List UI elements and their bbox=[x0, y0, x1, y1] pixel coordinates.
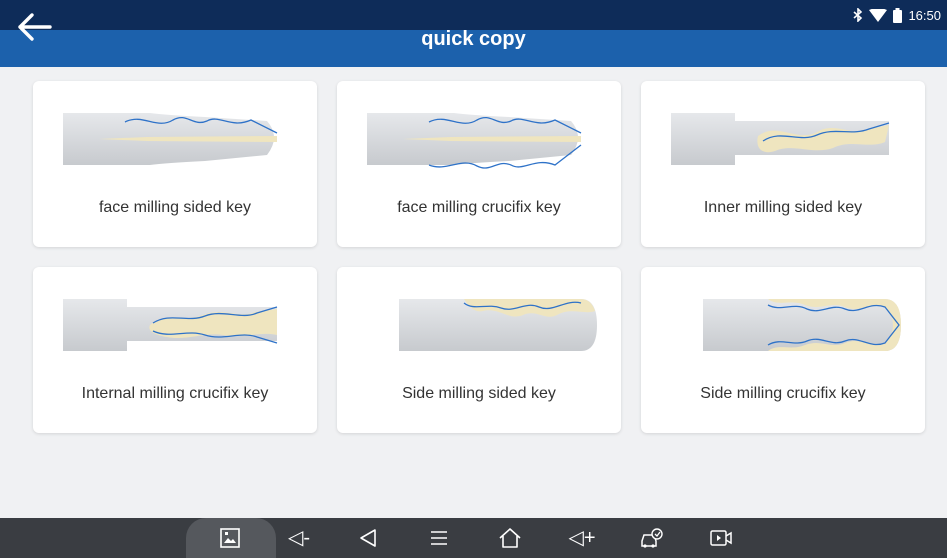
card-side-milling-crucifix-key[interactable]: Side milling crucifix key bbox=[641, 267, 925, 433]
screenshot-icon bbox=[220, 528, 240, 548]
card-inner-milling-sided-key[interactable]: Inner milling sided key bbox=[641, 81, 925, 247]
volume-up-button[interactable]: ◁+ bbox=[565, 527, 599, 549]
card-label: Inner milling sided key bbox=[703, 199, 863, 216]
card-label: face milling crucifix key bbox=[397, 199, 561, 216]
face-milling-crucifix-key-icon bbox=[367, 113, 582, 169]
volume-down-button[interactable]: ◁- bbox=[282, 527, 316, 549]
inner-milling-sided-key-icon bbox=[671, 113, 890, 165]
screen-record-icon bbox=[710, 530, 732, 546]
volume-down-icon: ◁- bbox=[287, 527, 311, 549]
status-icons: 16:50 bbox=[853, 4, 941, 26]
card-label: Side milling sided key bbox=[402, 385, 556, 402]
vehicle-diagnostic-button[interactable] bbox=[640, 527, 664, 549]
card-side-milling-sided-key[interactable]: Side milling sided key bbox=[337, 267, 621, 433]
menu-button[interactable] bbox=[428, 527, 452, 549]
card-internal-milling-crucifix-key[interactable]: Internal milling crucifix key bbox=[33, 267, 317, 433]
home-icon bbox=[499, 528, 521, 548]
menu-icon bbox=[431, 531, 447, 545]
system-nav-bar: ◁- ◁+ bbox=[0, 518, 947, 558]
card-label: Side milling crucifix key bbox=[700, 385, 866, 402]
bluetooth-icon bbox=[853, 8, 863, 22]
internal-milling-crucifix-key-icon bbox=[63, 299, 278, 351]
card-face-milling-sided-key[interactable]: face milling sided key bbox=[33, 81, 317, 247]
battery-icon bbox=[893, 7, 903, 23]
screen-record-button[interactable] bbox=[709, 527, 733, 549]
side-milling-crucifix-key-icon bbox=[703, 299, 901, 351]
card-label: Internal milling crucifix key bbox=[81, 385, 269, 402]
volume-up-icon: ◁+ bbox=[568, 527, 596, 549]
home-button[interactable] bbox=[498, 527, 522, 549]
clock: 16:50 bbox=[908, 7, 941, 23]
side-milling-sided-key-icon bbox=[399, 299, 597, 351]
back-nav-button[interactable] bbox=[357, 527, 381, 549]
screenshot-button[interactable] bbox=[219, 527, 243, 549]
wifi-icon bbox=[869, 8, 888, 22]
face-milling-sided-key-icon bbox=[63, 113, 278, 165]
vehicle-diagnostic-icon bbox=[641, 528, 663, 548]
card-label: face milling sided key bbox=[98, 199, 252, 216]
card-face-milling-crucifix-key[interactable]: face milling crucifix key bbox=[337, 81, 621, 247]
page-title: quick copy bbox=[421, 28, 526, 50]
back-icon bbox=[360, 529, 376, 547]
